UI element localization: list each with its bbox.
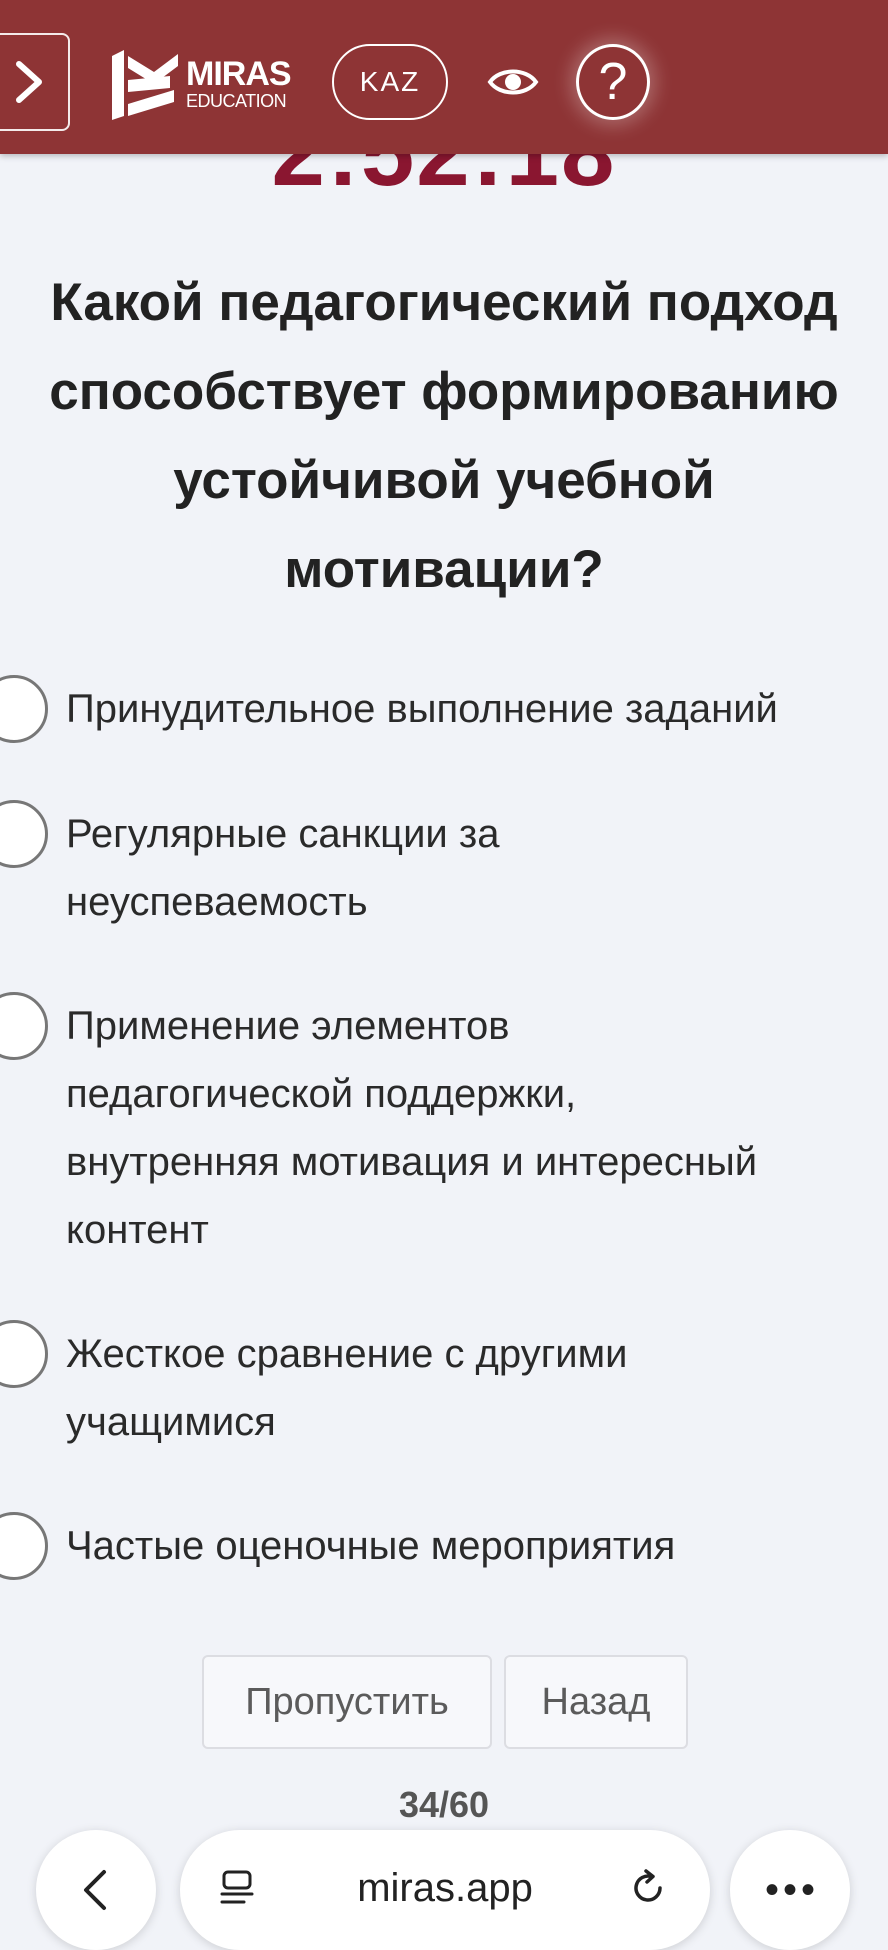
- chevron-right-icon: [16, 61, 42, 103]
- miras-logo-mark-icon: [112, 50, 178, 120]
- more-options-button[interactable]: •••: [730, 1830, 850, 1950]
- answer-option-label: Жесткое сравнение с другими учащимися: [66, 1332, 628, 1444]
- browser-toolbar: miras.app •••: [0, 1810, 888, 1950]
- miras-logo[interactable]: MIRAS EDUCATION: [112, 46, 292, 120]
- url-text: miras.app: [357, 1866, 533, 1910]
- more-dots-icon: •••: [764, 1868, 819, 1912]
- radio-button[interactable]: [0, 1320, 48, 1388]
- answer-option-label: Применение элементов педагогической подд…: [66, 1004, 758, 1252]
- radio-button[interactable]: [0, 1512, 48, 1580]
- reload-icon[interactable]: [628, 1868, 668, 1908]
- chevron-left-icon: [84, 1870, 106, 1910]
- answer-option-label: Принудительное выполнение заданий: [66, 687, 778, 731]
- logo-text: MIRAS EDUCATION: [186, 54, 292, 111]
- help-button[interactable]: ?: [576, 44, 650, 120]
- radio-button[interactable]: [0, 992, 48, 1060]
- brand-name: MIRAS: [186, 54, 292, 93]
- eye-icon[interactable]: [486, 58, 540, 106]
- question-text: Какой педагогический подход способствует…: [49, 273, 839, 599]
- top-header: MIRAS EDUCATION KAZ ?: [0, 0, 888, 154]
- radio-button[interactable]: [0, 800, 48, 868]
- browser-back-button[interactable]: [36, 1830, 156, 1950]
- address-bar[interactable]: miras.app: [180, 1830, 710, 1950]
- radio-button[interactable]: [0, 675, 48, 743]
- skip-button[interactable]: Пропустить: [202, 1655, 492, 1749]
- reader-mode-icon[interactable]: [218, 1868, 258, 1908]
- back-button[interactable]: Назад: [504, 1655, 688, 1749]
- language-button[interactable]: KAZ: [332, 44, 448, 120]
- menu-toggle-button[interactable]: [0, 33, 70, 131]
- answer-option-label: Регулярные санкции за неуспеваемость: [66, 812, 500, 924]
- answer-option-label: Частые оценочные мероприятия: [66, 1524, 676, 1568]
- brand-subtitle: EDUCATION: [186, 90, 287, 111]
